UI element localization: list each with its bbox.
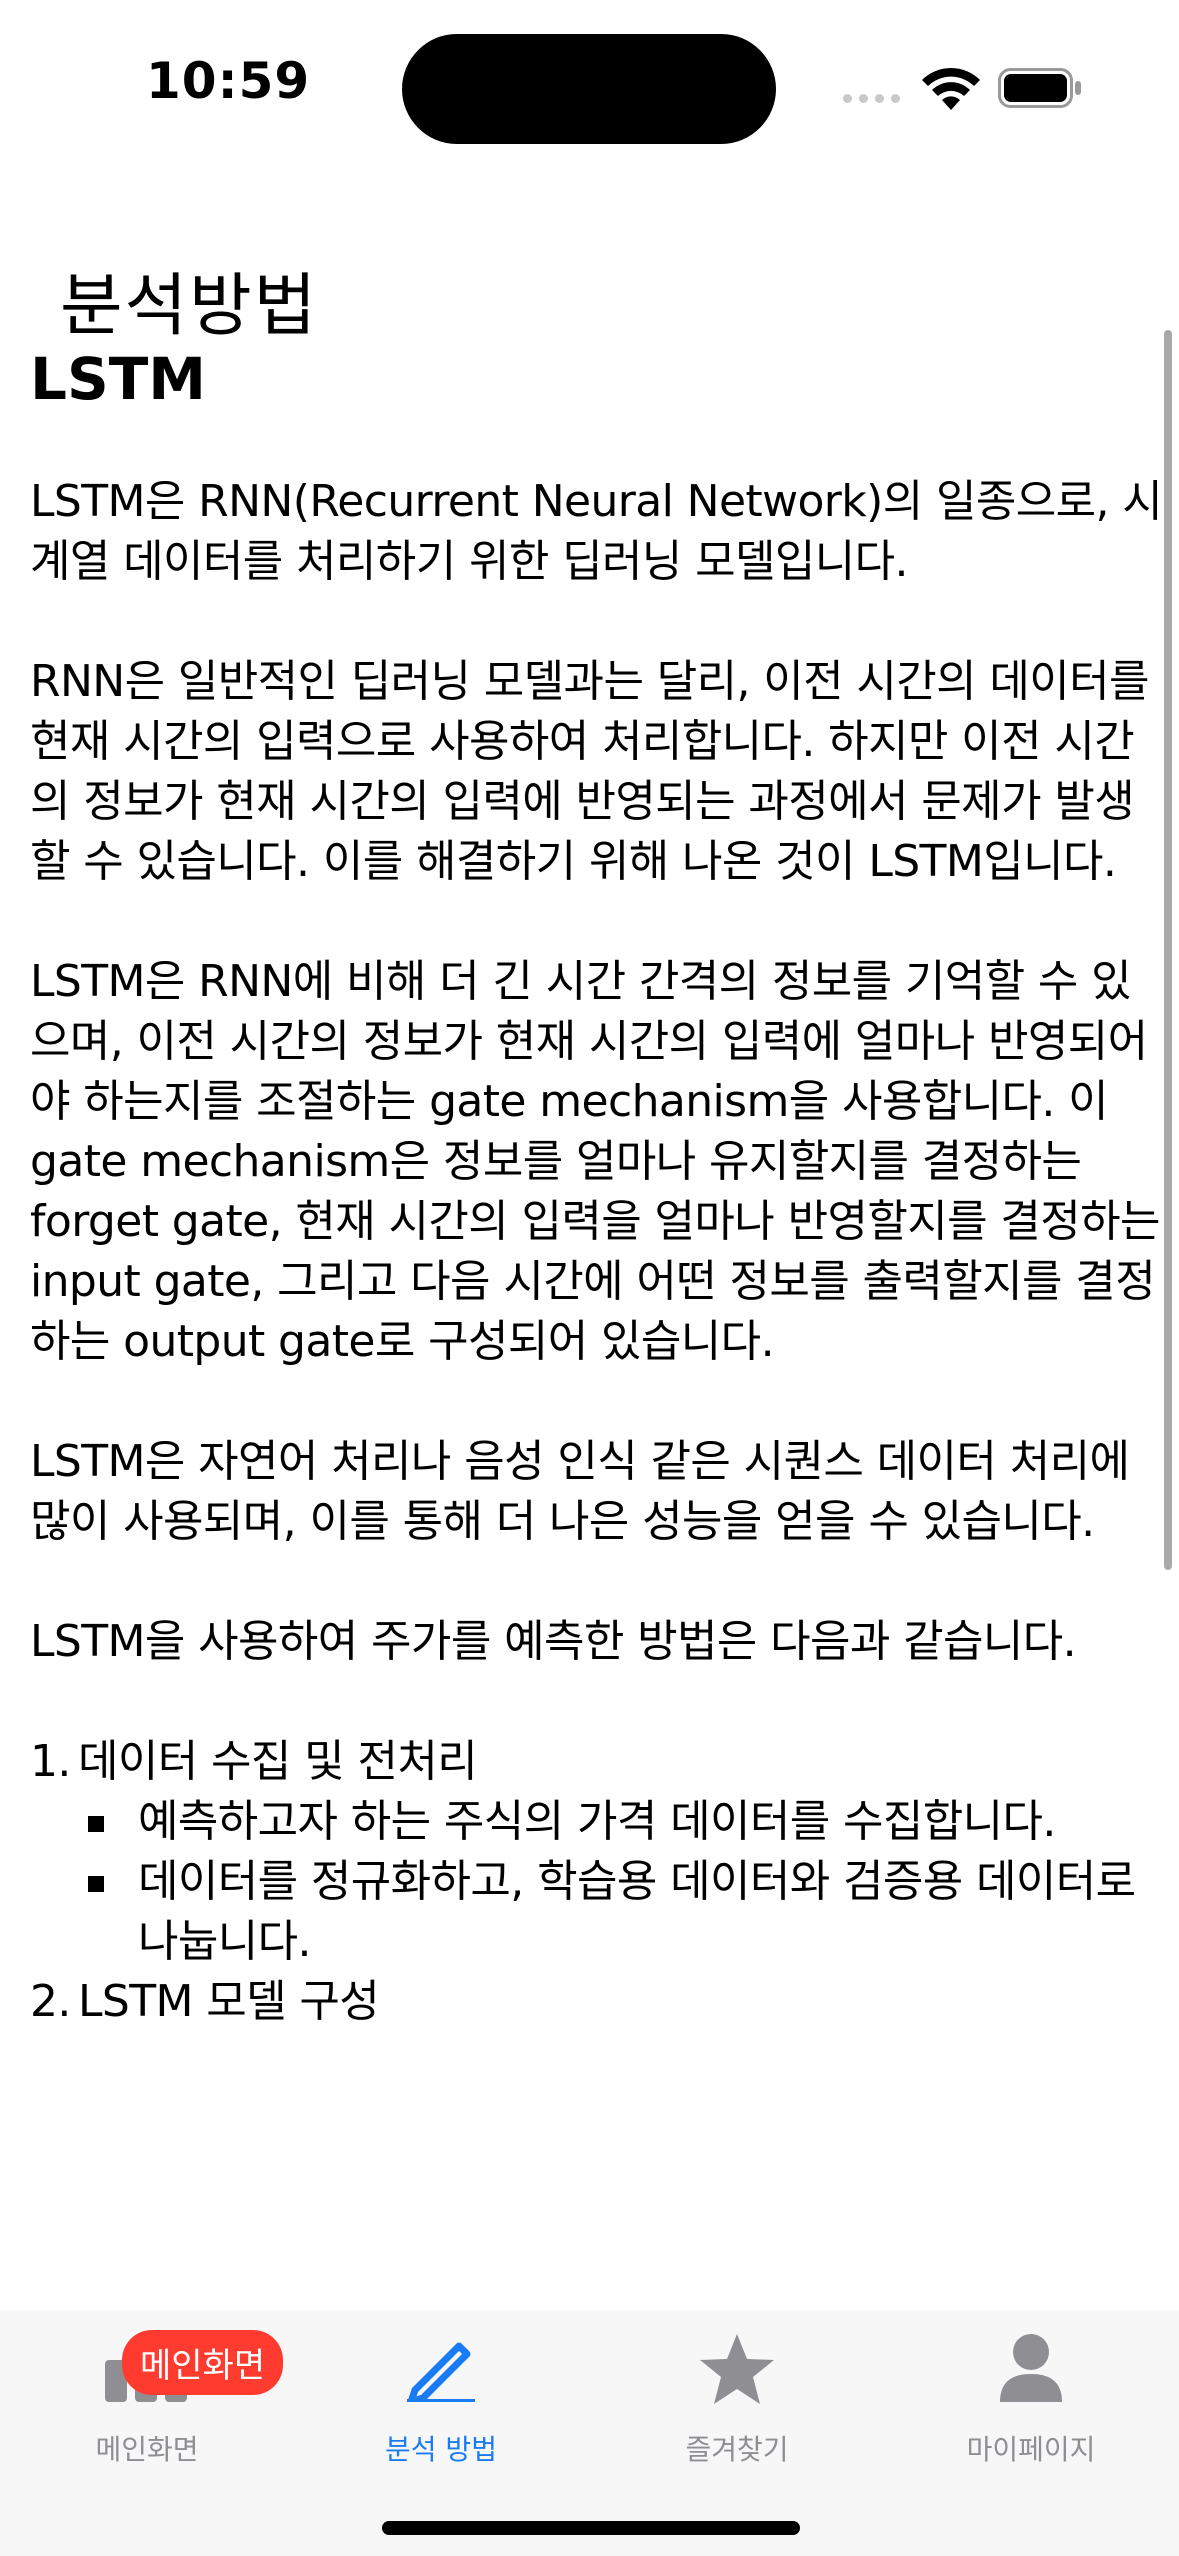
step-number: 2. xyxy=(30,1975,71,2027)
article-paragraph: LSTM은 RNN에 비해 더 긴 시간 간격의 정보를 기억할 수 있으며, … xyxy=(30,955,1160,1367)
article-paragraph: LSTM은 자연어 처리나 음성 인식 같은 시퀀스 데이터 처리에 많이 사용… xyxy=(30,1435,1130,1547)
star-icon xyxy=(700,2334,774,2404)
scroll-indicator[interactable] xyxy=(1164,330,1172,1570)
step-subitem: 예측하고자 하는 주식의 가격 데이터를 수집합니다. xyxy=(78,1792,1168,1852)
article-scroll-view[interactable]: LSTM LSTM은 RNN(Recurrent Neural Network)… xyxy=(30,322,1168,2304)
step-item: 1. 데이터 수집 및 전처리 예측하고자 하는 주식의 가격 데이터를 수집합… xyxy=(30,1732,1168,1972)
article-heading: LSTM xyxy=(30,345,207,413)
step-sublist: 예측하고자 하는 주식의 가격 데이터를 수집합니다. 데이터를 정규화하고, … xyxy=(78,1792,1168,1972)
tab-analysis[interactable]: 분석 방법 xyxy=(294,2310,588,2470)
tab-mypage[interactable]: 마이페이지 xyxy=(884,2310,1178,2470)
article-paragraph: RNN은 일반적인 딥러닝 모델과는 달리, 이전 시간의 데이터를 현재 시간… xyxy=(30,655,1150,887)
tab-label: 메인화면 xyxy=(95,2433,199,2466)
status-time: 10:59 xyxy=(146,52,311,110)
step-number: 1. xyxy=(30,1735,71,1787)
home-indicator[interactable] xyxy=(382,2521,800,2535)
battery-icon xyxy=(998,68,1081,108)
step-item: 2. LSTM 모델 구성 xyxy=(30,1972,1168,2032)
tab-label: 즐겨찾기 xyxy=(685,2433,789,2466)
wifi-icon xyxy=(922,67,980,110)
step-subitem: 데이터를 정규화하고, 학습용 데이터와 검증용 데이터로 나눕니다. xyxy=(78,1852,1168,1972)
person-icon xyxy=(1000,2334,1062,2402)
tab-label: 마이페이지 xyxy=(966,2433,1096,2466)
step-title: 데이터 수집 및 전처리 xyxy=(78,1735,478,1787)
article-paragraph: LSTM은 RNN(Recurrent Neural Network)의 일종으… xyxy=(30,475,1163,587)
tab-favorites[interactable]: 즐겨찾기 xyxy=(590,2310,884,2470)
pencil-icon xyxy=(407,2342,475,2402)
tab-bar: 메인화면 메인화면 분석 방법 즐겨찾기 마이페이지 xyxy=(0,2310,1179,2556)
steps-list: 1. 데이터 수집 및 전처리 예측하고자 하는 주식의 가격 데이터를 수집합… xyxy=(30,1732,1168,2032)
dynamic-island xyxy=(402,34,776,144)
step-title: LSTM 모델 구성 xyxy=(78,1975,380,2027)
badge-main: 메인화면 xyxy=(122,2330,284,2395)
article-paragraph: LSTM을 사용하여 주가를 예측한 방법은 다음과 같습니다. xyxy=(30,1615,1077,1667)
tab-label: 분석 방법 xyxy=(385,2433,497,2466)
cellular-signal-icon xyxy=(843,94,900,103)
tab-main[interactable]: 메인화면 메인화면 xyxy=(0,2310,294,2470)
